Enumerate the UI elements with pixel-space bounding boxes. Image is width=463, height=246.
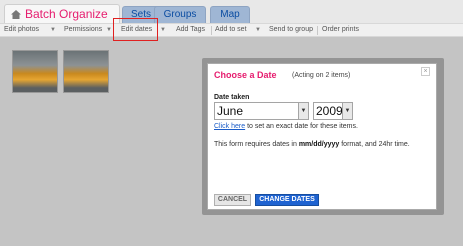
- format-note-bold: mm/dd/yyyy: [298, 141, 340, 148]
- acting-on-count: (Acting on 2 items): [292, 72, 351, 79]
- chevron-down-icon[interactable]: ▼: [298, 103, 308, 119]
- photo-thumbnail[interactable]: [63, 50, 109, 93]
- add-to-set-menu[interactable]: Add to set: [215, 25, 247, 35]
- order-prints-menu[interactable]: Order prints: [322, 25, 359, 35]
- photo-thumbnail[interactable]: [12, 50, 58, 93]
- dialog-title: Choose a Date: [214, 70, 277, 80]
- batch-organize-tab[interactable]: Batch Organize: [4, 4, 120, 24]
- home-icon: [11, 10, 21, 19]
- add-tags-menu[interactable]: Add Tags: [176, 25, 205, 35]
- app-title: Batch Organize: [25, 7, 108, 21]
- format-note-pre: This form requires dates in: [214, 141, 299, 148]
- click-here-link[interactable]: Click here: [214, 123, 245, 130]
- chevron-down-icon[interactable]: ▼: [255, 25, 261, 35]
- format-note-post: format, and 24hr time.: [339, 141, 410, 148]
- chevron-down-icon[interactable]: ▼: [50, 25, 56, 35]
- chevron-down-icon[interactable]: ▼: [342, 103, 352, 119]
- date-taken-label: Date taken: [214, 94, 250, 101]
- toolbar-divider: [211, 26, 212, 35]
- year-value: 2009: [316, 104, 343, 118]
- toolbar-divider: [317, 26, 318, 35]
- cancel-button[interactable]: CANCEL: [214, 194, 251, 206]
- choose-date-dialog: × Choose a Date (Acting on 2 items) Date…: [207, 63, 437, 210]
- tab-map[interactable]: Map: [210, 6, 250, 23]
- exact-date-text: to set an exact date for these items.: [245, 123, 358, 130]
- edit-dates-highlight: [113, 18, 158, 41]
- tab-groups[interactable]: Groups: [154, 6, 206, 23]
- toolbar: Edit photos ▼ Permissions ▼ Edit dates ▼…: [0, 23, 463, 37]
- year-select[interactable]: 2009 ▼: [313, 102, 353, 120]
- send-to-group-menu[interactable]: Send to group: [269, 25, 313, 35]
- edit-photos-menu[interactable]: Edit photos: [4, 25, 39, 35]
- month-value: June: [217, 104, 244, 118]
- exact-date-line: Click here to set an exact date for thes…: [214, 123, 358, 130]
- chevron-down-icon[interactable]: ▼: [106, 25, 112, 35]
- permissions-menu[interactable]: Permissions: [64, 25, 102, 35]
- close-icon[interactable]: ×: [421, 67, 430, 76]
- change-dates-button[interactable]: CHANGE DATES: [255, 194, 319, 206]
- format-note: This form requires dates in mm/dd/yyyy f…: [214, 141, 410, 148]
- month-select[interactable]: June ▼: [214, 102, 309, 120]
- chevron-down-icon[interactable]: ▼: [160, 25, 166, 35]
